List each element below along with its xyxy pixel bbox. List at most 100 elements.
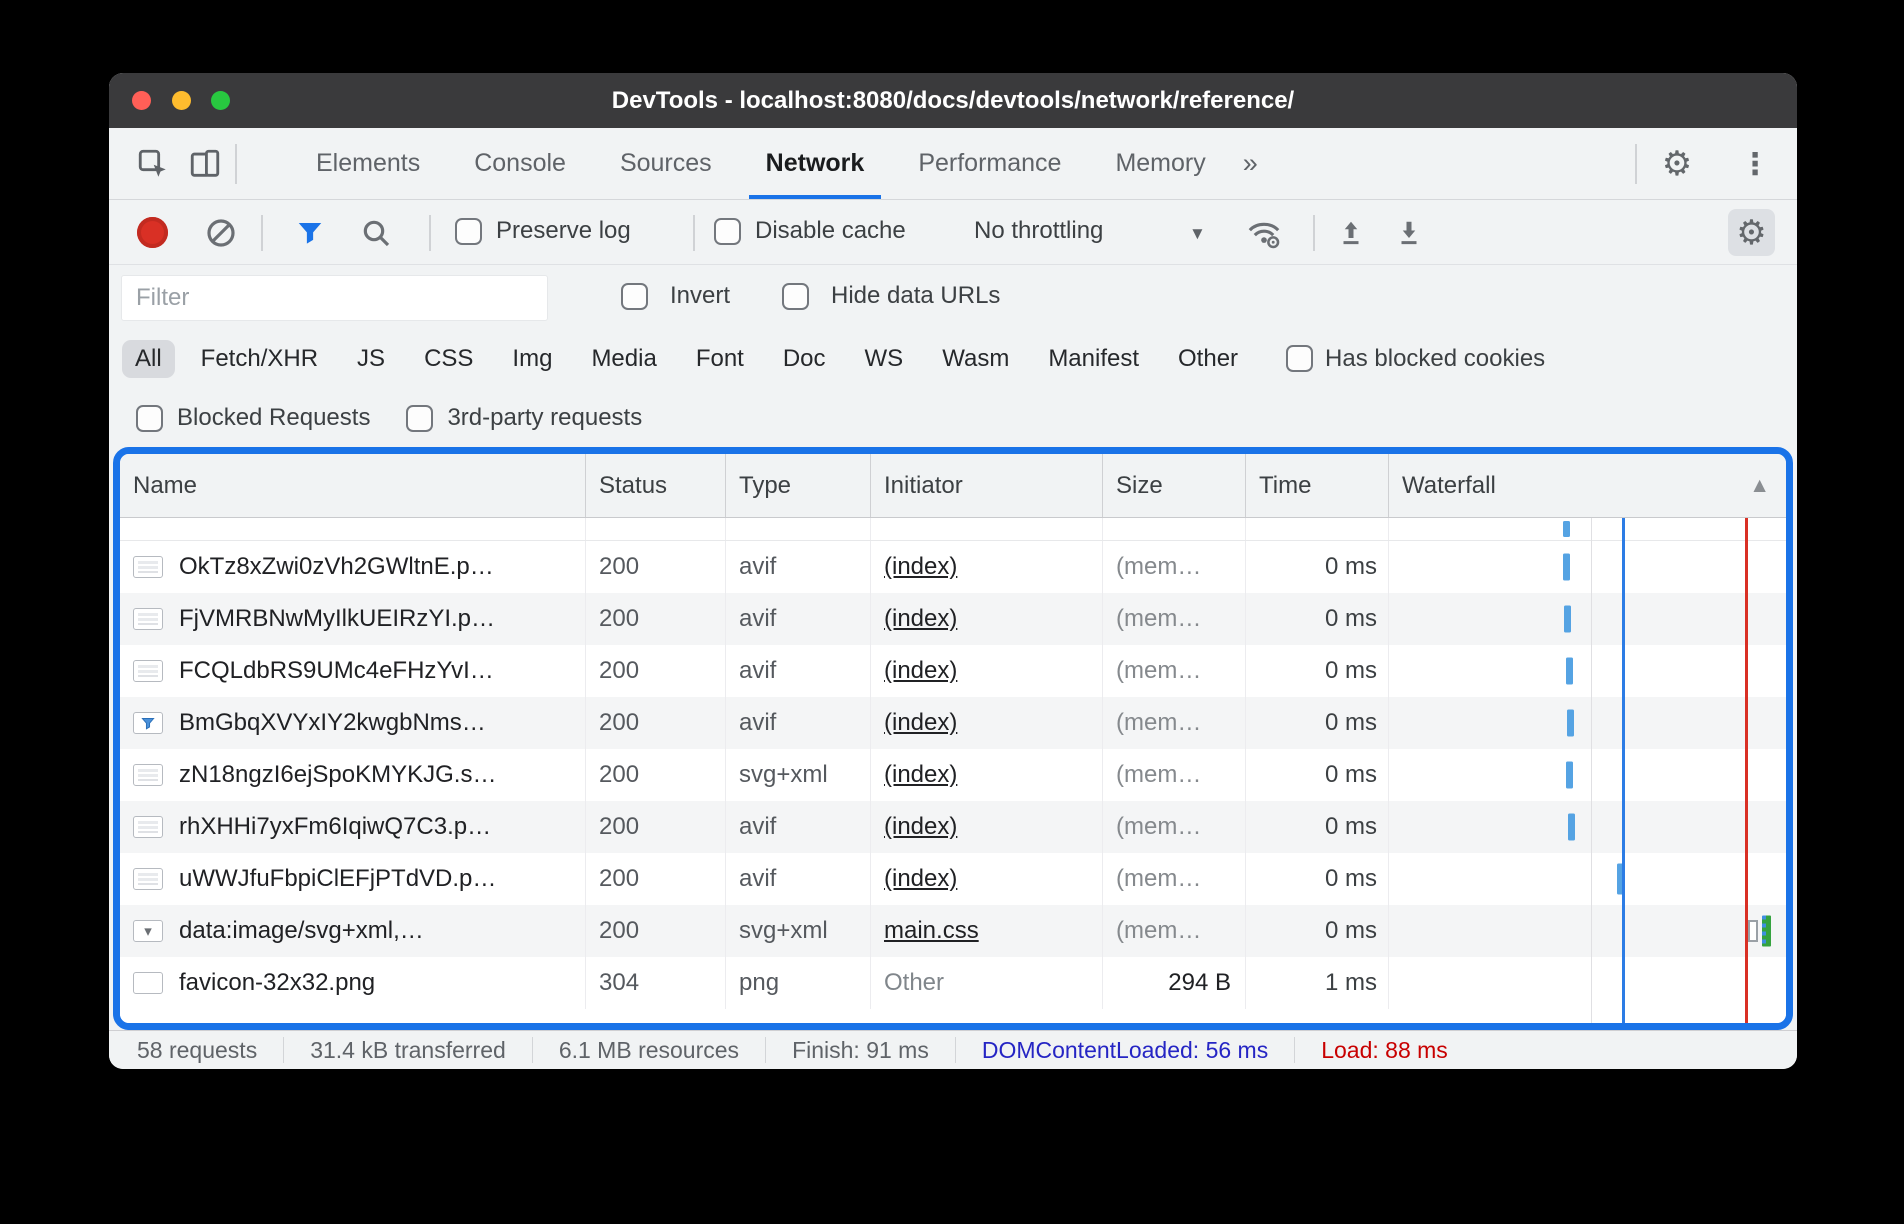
column-header-time[interactable]: Time bbox=[1246, 454, 1389, 517]
type-filter-font[interactable]: Font bbox=[683, 340, 757, 378]
waterfall-dash-mark bbox=[1567, 710, 1574, 737]
third-party-requests-label[interactable]: 3rd-party requests bbox=[447, 404, 642, 432]
type-filter-css[interactable]: CSS bbox=[411, 340, 486, 378]
table-row[interactable]: FCQLdbRS9UMc4eFHzYvI… 200 avif (index) (… bbox=[120, 645, 1786, 697]
throttling-select[interactable]: No throttling bbox=[974, 217, 1103, 245]
device-toolbar-icon[interactable] bbox=[185, 144, 225, 184]
disable-cache-label[interactable]: Disable cache bbox=[755, 217, 906, 245]
filter-input[interactable] bbox=[121, 275, 548, 321]
type-filter-other[interactable]: Other bbox=[1165, 340, 1251, 378]
table-row[interactable]: rhXHHi7yxFm6IqiwQ7C3.p… 200 avif (index)… bbox=[120, 801, 1786, 853]
type-filter-doc[interactable]: Doc bbox=[770, 340, 839, 378]
file-thumbnail-icon bbox=[133, 660, 163, 682]
initiator-cell: (index) bbox=[871, 697, 1103, 749]
import-har-upload-icon[interactable] bbox=[1331, 213, 1371, 253]
network-conditions-icon[interactable] bbox=[1244, 213, 1284, 253]
table-row[interactable]: data:image/svg+xml,… 200 svg+xml main.cs… bbox=[120, 905, 1786, 957]
waterfall-cell bbox=[1389, 957, 1786, 1009]
size-cell: (mem… bbox=[1103, 853, 1246, 905]
tab-console[interactable]: Console bbox=[447, 128, 593, 199]
has-blocked-cookies-label[interactable]: Has blocked cookies bbox=[1325, 345, 1545, 373]
clear-network-log-icon[interactable] bbox=[201, 213, 241, 253]
table-row[interactable]: BmGbqXVYxIY2kwgbNms… 200 avif (index) (m… bbox=[120, 697, 1786, 749]
tab-sources[interactable]: Sources bbox=[593, 128, 739, 199]
initiator-link[interactable]: main.css bbox=[884, 917, 979, 945]
type-filter-ws[interactable]: WS bbox=[852, 340, 917, 378]
hide-data-urls-label[interactable]: Hide data URLs bbox=[831, 282, 1000, 310]
blocked-requests-checkbox[interactable] bbox=[136, 405, 163, 432]
devtools-settings-gear-icon[interactable]: ⚙ bbox=[1657, 144, 1697, 184]
request-name: data:image/svg+xml,… bbox=[179, 917, 424, 945]
type-filter-media[interactable]: Media bbox=[578, 340, 669, 378]
type-cell: avif bbox=[726, 697, 871, 749]
initiator-text: Other bbox=[884, 969, 944, 997]
column-header-type[interactable]: Type bbox=[726, 454, 871, 517]
initiator-link[interactable]: (index) bbox=[884, 709, 957, 737]
type-filter-manifest[interactable]: Manifest bbox=[1035, 340, 1152, 378]
disable-cache-checkbox[interactable] bbox=[714, 218, 741, 245]
status-bar-item-0: 58 requests bbox=[137, 1037, 283, 1063]
partial-scrolled-row bbox=[120, 518, 1786, 541]
network-settings-gear-icon[interactable]: ⚙ bbox=[1728, 209, 1775, 256]
type-filter-all[interactable]: All bbox=[122, 340, 175, 378]
initiator-link[interactable]: (index) bbox=[884, 813, 957, 841]
type-cell: avif bbox=[726, 541, 871, 593]
request-name: FCQLdbRS9UMc4eFHzYvI… bbox=[179, 657, 494, 685]
search-icon[interactable] bbox=[356, 213, 396, 253]
column-header-initiator[interactable]: Initiator bbox=[871, 454, 1103, 517]
table-row[interactable]: OkTz8xZwi0zVh2GWltnE.p… 200 avif (index)… bbox=[120, 541, 1786, 593]
initiator-link[interactable]: (index) bbox=[884, 865, 957, 893]
status-cell: 200 bbox=[586, 905, 726, 957]
inspect-element-icon[interactable] bbox=[133, 144, 173, 184]
tab-elements[interactable]: Elements bbox=[289, 128, 447, 199]
invert-checkbox[interactable] bbox=[621, 283, 648, 310]
column-header-status[interactable]: Status bbox=[586, 454, 726, 517]
time-cell: 0 ms bbox=[1246, 593, 1389, 645]
tab-memory[interactable]: Memory bbox=[1088, 128, 1232, 199]
minimize-window-button[interactable] bbox=[172, 91, 191, 110]
chevron-down-icon[interactable]: ▼ bbox=[1189, 224, 1206, 244]
name-cell: favicon-32x32.png bbox=[120, 957, 586, 1009]
type-filter-wasm[interactable]: Wasm bbox=[929, 340, 1022, 378]
size-cell: 294 B bbox=[1103, 957, 1246, 1009]
filter-funnel-icon[interactable] bbox=[290, 213, 330, 253]
table-row[interactable]: favicon-32x32.png 304 png Other 294 B 1 … bbox=[120, 957, 1786, 1009]
column-header-name[interactable]: Name bbox=[120, 454, 586, 517]
window-title: DevTools - localhost:8080/docs/devtools/… bbox=[612, 87, 1294, 115]
preserve-log-label[interactable]: Preserve log bbox=[496, 217, 631, 245]
table-row[interactable]: FjVMRBNwMyIlkUEIRzYI.p… 200 avif (index)… bbox=[120, 593, 1786, 645]
initiator-link[interactable]: (index) bbox=[884, 553, 957, 581]
record-network-log-button[interactable] bbox=[137, 217, 168, 248]
third-party-requests-checkbox[interactable] bbox=[406, 405, 433, 432]
type-filter-js[interactable]: JS bbox=[344, 340, 398, 378]
tab-performance[interactable]: Performance bbox=[891, 128, 1088, 199]
column-header-waterfall[interactable]: Waterfall ▲ bbox=[1389, 454, 1786, 517]
type-cell: avif bbox=[726, 645, 871, 697]
waterfall-cell bbox=[1389, 697, 1786, 749]
initiator-link[interactable]: (index) bbox=[884, 605, 957, 633]
more-tabs-icon[interactable]: » bbox=[1233, 128, 1268, 199]
table-row[interactable]: uWWJfuFbpiClEFjPTdVD.p… 200 avif (index)… bbox=[120, 853, 1786, 905]
initiator-cell: (index) bbox=[871, 593, 1103, 645]
preserve-log-checkbox[interactable] bbox=[455, 218, 482, 245]
type-filter-fetch-xhr[interactable]: Fetch/XHR bbox=[188, 340, 331, 378]
hide-data-urls-checkbox[interactable] bbox=[782, 283, 809, 310]
initiator-link[interactable]: (index) bbox=[884, 657, 957, 685]
file-thumbnail-icon bbox=[133, 608, 163, 630]
zoom-window-button[interactable] bbox=[211, 91, 230, 110]
waterfall-cell bbox=[1389, 593, 1786, 645]
type-filter-img[interactable]: Img bbox=[499, 340, 565, 378]
status-bar-item-5: Load: 88 ms bbox=[1294, 1037, 1474, 1063]
time-cell: 0 ms bbox=[1246, 905, 1389, 957]
initiator-link[interactable]: (index) bbox=[884, 761, 957, 789]
table-row[interactable]: zN18ngzI6ejSpoKMYKJG.s… 200 svg+xml (ind… bbox=[120, 749, 1786, 801]
tab-network[interactable]: Network bbox=[739, 128, 892, 199]
close-window-button[interactable] bbox=[132, 91, 151, 110]
has-blocked-cookies-checkbox[interactable] bbox=[1286, 345, 1313, 372]
kebab-menu-icon[interactable]: ⋮ bbox=[1735, 144, 1775, 184]
invert-label[interactable]: Invert bbox=[670, 282, 730, 310]
blocked-requests-label[interactable]: Blocked Requests bbox=[177, 404, 370, 432]
column-header-size[interactable]: Size bbox=[1103, 454, 1246, 517]
export-har-download-icon[interactable] bbox=[1389, 213, 1429, 253]
name-cell: data:image/svg+xml,… bbox=[120, 905, 586, 957]
